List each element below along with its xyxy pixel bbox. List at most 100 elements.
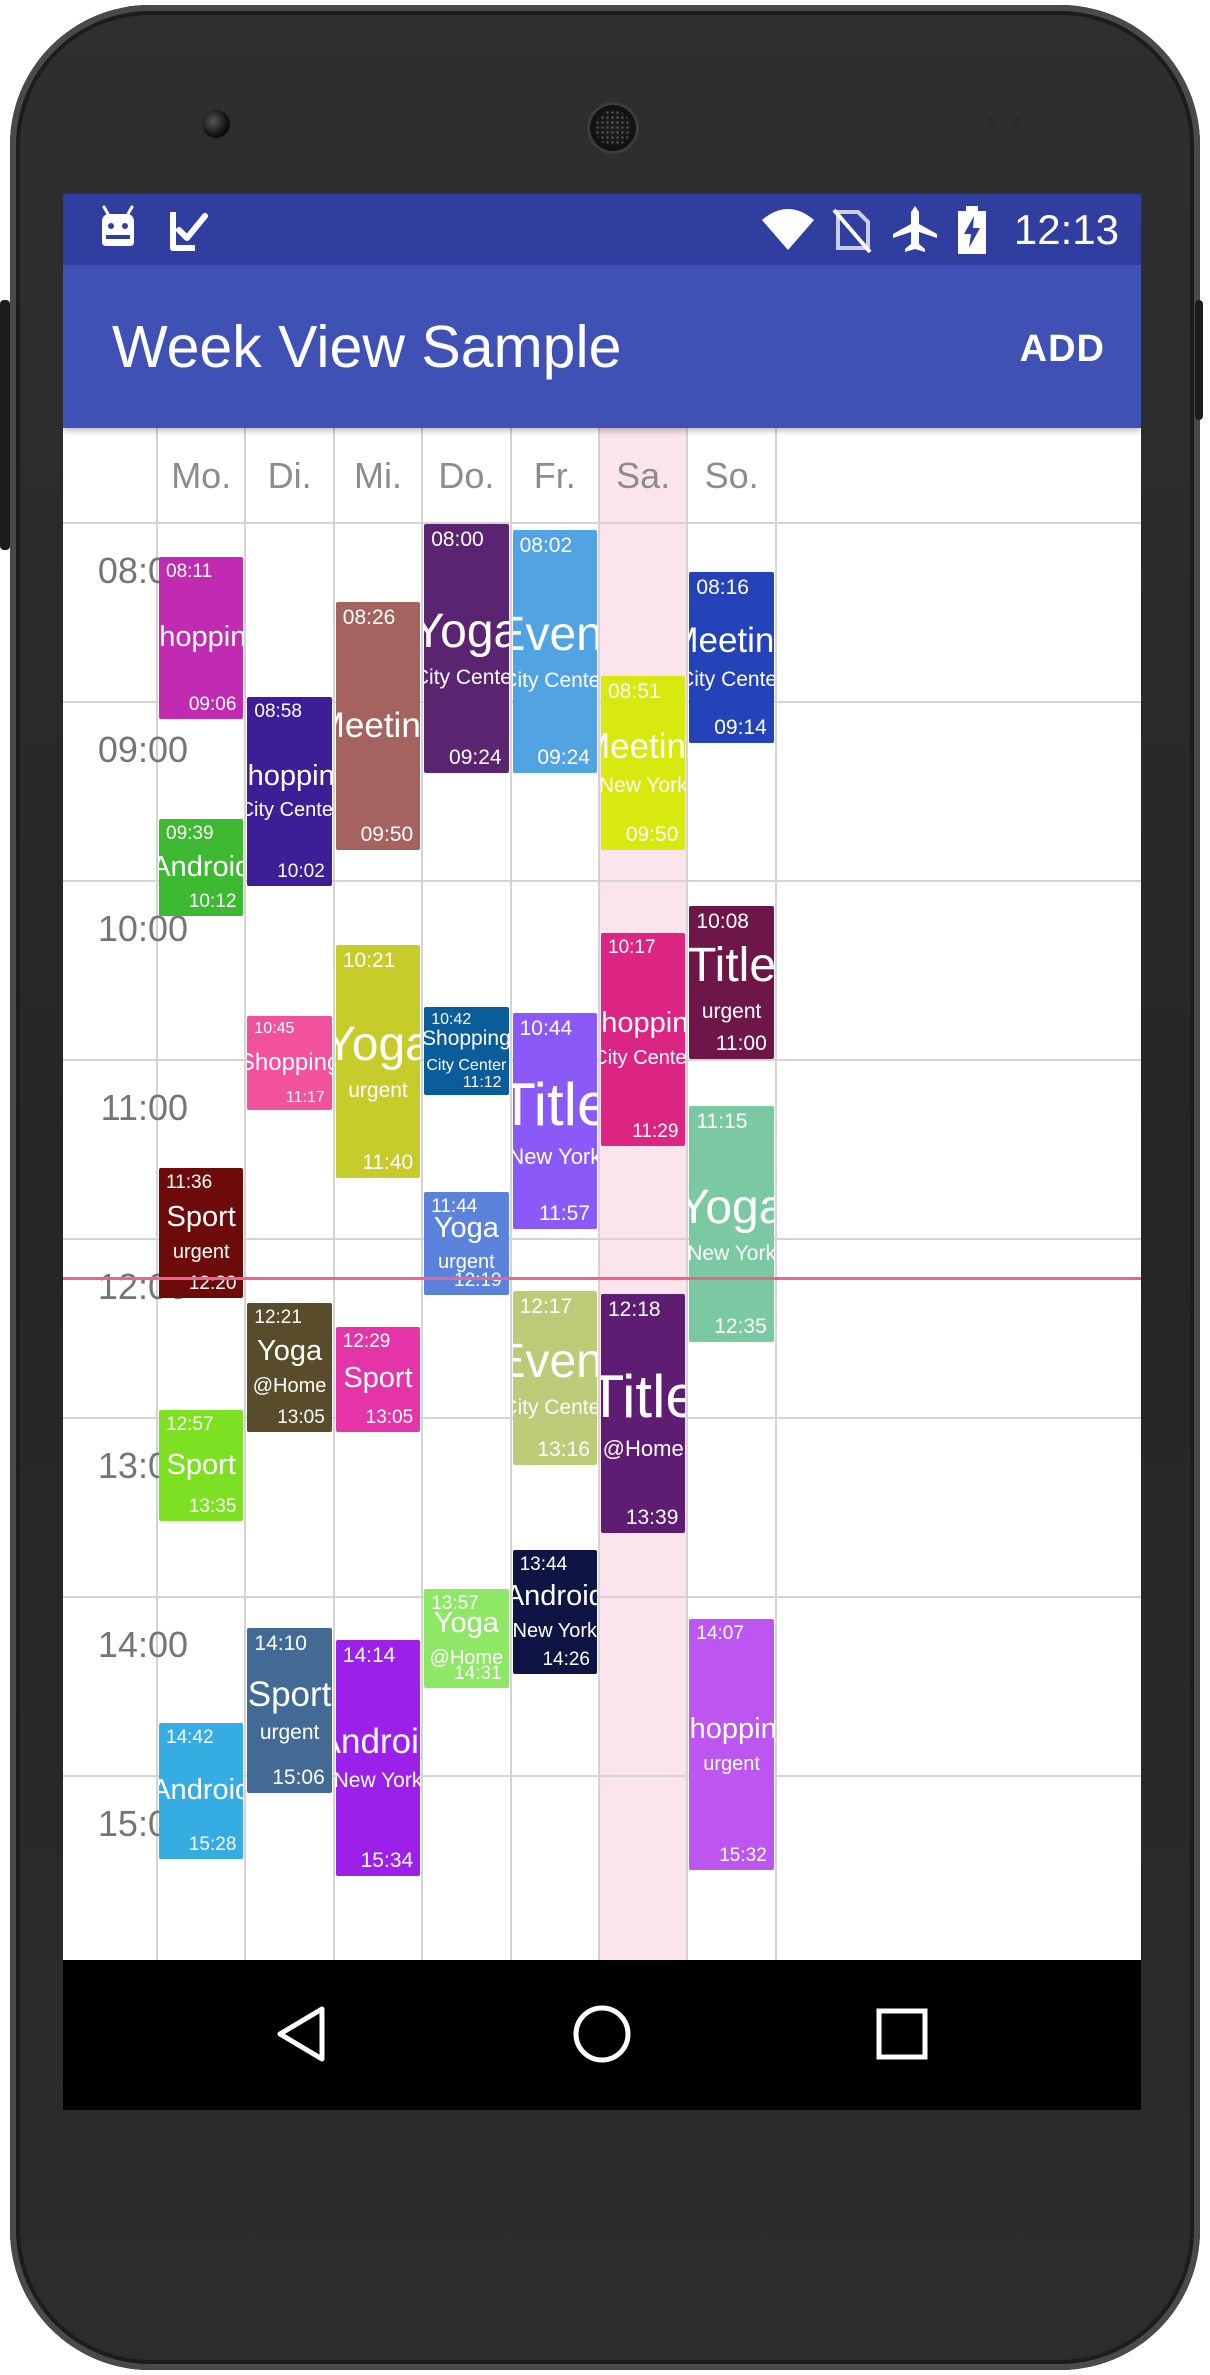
event-end-time: 15:34 <box>360 1849 414 1873</box>
proximity-sensors <box>985 115 1045 129</box>
battery-charging-icon <box>958 206 986 254</box>
event-shopping[interactable]: 10:42 Shopping City Center 11:12 <box>424 1007 509 1095</box>
event-location: New York <box>689 1241 774 1265</box>
event-location: urgent <box>172 1240 230 1263</box>
event-end-time: 14:31 <box>454 1663 502 1685</box>
event-end-time: 13:16 <box>537 1437 590 1461</box>
event-end-time: 13:05 <box>277 1406 325 1428</box>
event-end-time: 15:32 <box>719 1845 767 1867</box>
event-title: Sport <box>247 1674 332 1714</box>
event-shopping[interactable]: 08:11Shopping09:06 <box>159 556 244 719</box>
event-end-time: 11:57 <box>538 1202 590 1226</box>
week-view-calendar[interactable]: Mo. Di. Mi. Do. Fr. Sa. So. 08:00 09:00 10:00 11:… <box>63 428 1141 1960</box>
column-divider <box>598 428 600 1960</box>
front-camera <box>202 110 230 138</box>
current-time-line <box>63 1276 1141 1280</box>
app-title: Week View Sample <box>112 314 622 380</box>
event-end-time: 09:06 <box>188 693 237 715</box>
event-location: urgent <box>348 1079 408 1103</box>
event-location: City Center <box>513 669 597 693</box>
navigation-bar <box>63 1960 1141 2110</box>
event-yoga[interactable]: 10:21Yogaurgent11:40 <box>335 944 421 1179</box>
event-title: Meeting <box>689 621 774 661</box>
event-body: Shopping City Center <box>247 697 331 886</box>
screen: 12:13 Week View Sample ADD Mo. Di. Mi. Do. F… <box>63 194 1141 2110</box>
event-end-time: 15:06 <box>272 1765 325 1789</box>
event-body: Shopping City Center <box>601 933 685 1146</box>
event-title: Yoga <box>336 1018 421 1072</box>
column-divider <box>774 428 777 1960</box>
event-body: Yoga City Center <box>424 524 508 773</box>
event-end-time: 09:24 <box>449 745 502 769</box>
event-yoga[interactable]: 11:15YogaNew York12:35 <box>689 1105 774 1343</box>
event-title[interactable]: 10:44 Title New York 11:57 <box>512 1013 597 1230</box>
event-location: City Center <box>513 1395 597 1419</box>
event-meeting[interactable]: 08:16MeetingCity Center09:14 <box>689 571 774 743</box>
event-title: Android <box>159 850 244 883</box>
event-location: urgent <box>701 1000 762 1024</box>
event-meeting[interactable]: 08:26Meeting09:50 <box>335 601 421 851</box>
header-divider <box>63 522 1141 524</box>
event-end-time: 13:35 <box>188 1496 237 1518</box>
event-body: Yoga urgent <box>336 945 420 1179</box>
event-end-time: 09:14 <box>714 715 767 739</box>
event-android[interactable]: 09:39 Android 10:12 <box>159 819 244 916</box>
day-label-3[interactable]: Do. <box>422 428 510 523</box>
event-title: Meeting <box>336 705 421 745</box>
power-button <box>1195 300 1203 420</box>
event-yoga[interactable]: 13:57 Yoga @Home 14:31 <box>424 1589 509 1689</box>
add-button[interactable]: ADD <box>1020 327 1105 371</box>
event-shopping[interactable]: 10:17ShoppingCity Center11:29 <box>601 932 686 1146</box>
event-end-time: 12:35 <box>714 1315 767 1339</box>
column-divider <box>244 428 247 1960</box>
event-body: Title @Home <box>601 1294 685 1534</box>
event-sport[interactable]: 12:29 Sport 13:05 <box>335 1326 421 1432</box>
event-shopping[interactable]: 10:45Shopping11:17 <box>247 1016 332 1110</box>
status-clock: 12:13 <box>1013 206 1119 253</box>
event-location: City Center <box>689 667 774 691</box>
event-android[interactable]: 14:14AndroidNew York15:34 <box>335 1639 421 1877</box>
day-label-0[interactable]: Mo. <box>157 428 245 523</box>
event-title: Yoga <box>433 1606 499 1639</box>
event-body: Android New York <box>336 1640 420 1877</box>
event-sport[interactable]: 14:10 Sport urgent 15:06 <box>247 1627 332 1793</box>
event-end-time: 11:29 <box>632 1120 679 1142</box>
event-location: New York <box>512 1143 597 1169</box>
event-meeting[interactable]: 08:51MeetingNew York09:50 <box>601 676 686 851</box>
day-header-row: Mo. Di. Mi. Do. Fr. Sa. So. <box>63 428 1141 523</box>
event-event[interactable]: 08:02EventCity Center09:24 <box>512 529 597 773</box>
day-label-1[interactable]: Di. <box>245 428 333 523</box>
back-icon[interactable] <box>270 2001 336 2067</box>
event-title: Sport <box>166 1448 236 1481</box>
event-end-time: 11:00 <box>715 1031 767 1055</box>
time-grid[interactable]: 08:00 09:00 10:00 11:00 12:00 13:00 14:00 15:00… <box>63 428 1141 1960</box>
event-yoga[interactable]: 08:00YogaCity Center09:24 <box>424 524 509 773</box>
event-body: Shopping urgent <box>689 1619 773 1871</box>
day-label-5[interactable]: Sa. <box>599 428 688 523</box>
event-title: Shopping <box>159 620 244 653</box>
event-sport[interactable]: 12:57 Sport 13:35 <box>159 1410 244 1522</box>
event-android[interactable]: 14:42 Android 15:28 <box>159 1723 244 1859</box>
event-title[interactable]: 12:18 Title @Home 13:39 <box>601 1293 686 1534</box>
event-event[interactable]: 12:17EventCity Center13:16 <box>512 1290 597 1465</box>
event-location: City Center <box>426 1057 507 1074</box>
day-label-6[interactable]: So. <box>687 428 775 523</box>
event-yoga[interactable]: 12:21 Yoga @Home 13:05 <box>247 1302 332 1432</box>
day-label-4[interactable]: Fr. <box>511 428 599 523</box>
event-end-time: 10:02 <box>277 860 325 882</box>
time-label-1400: 14:00 <box>97 1624 188 1665</box>
recents-icon[interactable] <box>869 2001 935 2067</box>
column-divider <box>421 428 424 1960</box>
event-title[interactable]: 10:08 Title urgent 11:00 <box>689 905 774 1059</box>
day-label-2[interactable]: Mi. <box>334 428 422 523</box>
home-icon[interactable] <box>569 2001 635 2067</box>
event-shopping[interactable]: 14:07Shoppingurgent15:32 <box>689 1618 774 1871</box>
event-title: Android <box>159 1773 244 1806</box>
event-shopping[interactable]: 08:58ShoppingCity Center10:02 <box>247 697 332 886</box>
event-title: Yoga <box>689 1181 774 1235</box>
event-end-time: 09:24 <box>537 745 590 769</box>
hour-line <box>63 1596 1141 1598</box>
event-android[interactable]: 13:44 Android New York 14:26 <box>512 1550 597 1674</box>
event-title: Sport <box>166 1201 236 1234</box>
app-bar: Week View Sample ADD <box>63 265 1141 428</box>
